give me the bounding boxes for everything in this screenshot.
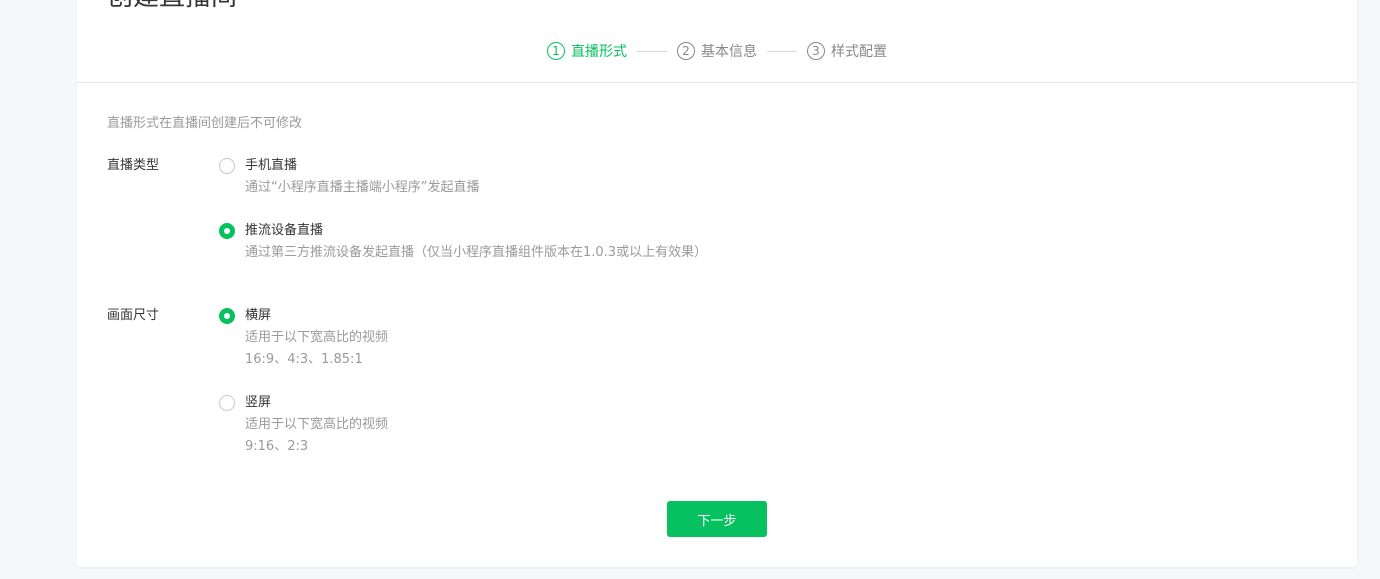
step-connector [637, 50, 667, 52]
portrait-title: 竖屏 [245, 395, 272, 410]
step-1: 1 直播形式 [547, 41, 627, 61]
step-1-number: 1 [547, 42, 565, 60]
portrait-radio[interactable] [219, 395, 235, 411]
page-title: 创建直播间 [107, 0, 237, 12]
step-3-number: 3 [807, 42, 825, 60]
header-divider [77, 82, 1357, 83]
next-step-button[interactable]: 下一步 [667, 501, 767, 537]
step-2-label: 基本信息 [701, 44, 757, 60]
step-3: 3 样式配置 [807, 41, 887, 61]
step-2: 2 基本信息 [677, 41, 757, 61]
push-device-live-radio[interactable] [219, 223, 235, 239]
step-indicator: 1 直播形式 2 基本信息 3 样式配置 [547, 40, 887, 62]
mobile-live-radio[interactable] [219, 158, 235, 174]
step-3-label: 样式配置 [831, 44, 887, 60]
landscape-ratios: 16:9、4:3、1.85:1 [245, 352, 363, 367]
step-2-number: 2 [677, 42, 695, 60]
create-live-room-card: 创建直播间 1 直播形式 2 基本信息 3 样式配置 直播形式在直播间创建后不可… [77, 0, 1357, 567]
landscape-title: 横屏 [245, 308, 272, 323]
portrait-ratios: 9:16、2:3 [245, 439, 309, 454]
screen-size-label: 画面尺寸 [107, 308, 160, 323]
landscape-radio[interactable] [219, 308, 235, 324]
mobile-live-desc: 通过“小程序直播主播端小程序”发起直播 [245, 180, 480, 195]
push-device-live-desc: 通过第三方推流设备发起直播（仅当小程序直播组件版本在1.0.3或以上有效果） [245, 245, 708, 260]
mobile-live-title: 手机直播 [245, 158, 298, 173]
push-device-live-title: 推流设备直播 [245, 223, 324, 238]
form-hint: 直播形式在直播间创建后不可修改 [107, 116, 303, 131]
step-connector [767, 50, 797, 52]
landscape-desc: 适用于以下宽高比的视频 [245, 330, 389, 345]
portrait-desc: 适用于以下宽高比的视频 [245, 417, 389, 432]
live-type-label: 直播类型 [107, 158, 160, 173]
step-1-label: 直播形式 [571, 44, 627, 60]
